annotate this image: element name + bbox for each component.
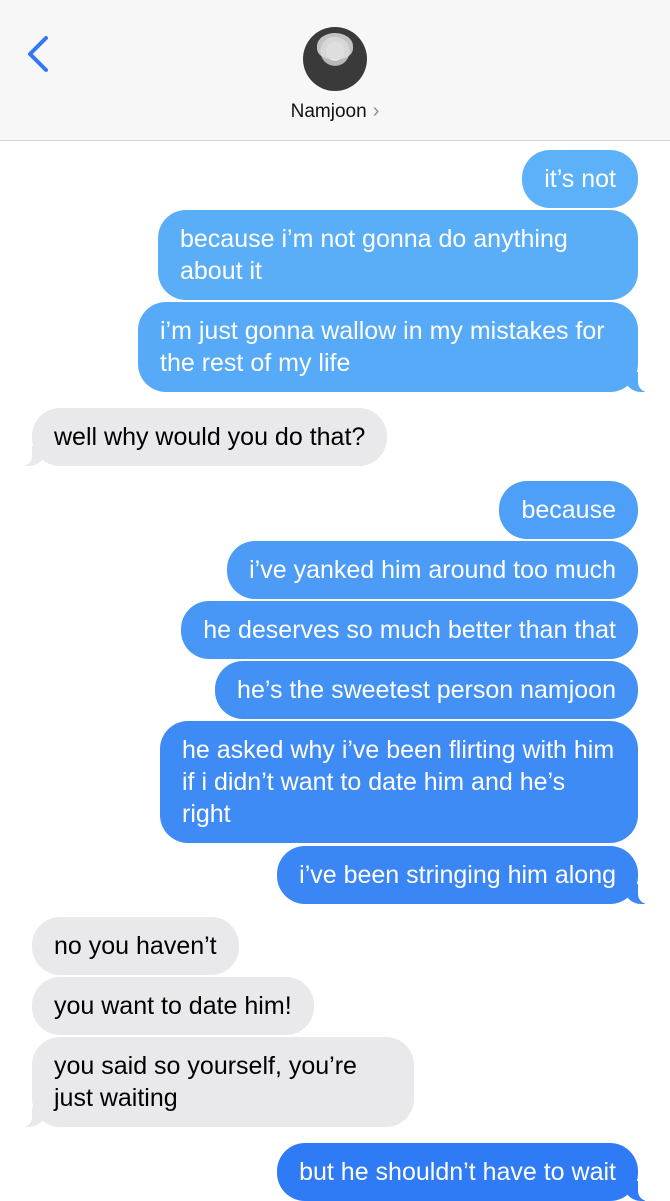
message-bubble-outgoing[interactable]: he’s the sweetest person namjoon (215, 661, 638, 719)
message-text: you want to date him! (54, 992, 292, 1020)
message-bubble-outgoing[interactable]: i’m just gonna wallow in my mistakes for… (138, 302, 650, 392)
message-text: it’s not (544, 165, 616, 193)
message-bubble-outgoing[interactable]: he deserves so much better than that (181, 601, 638, 659)
message-thread: it’s not because i’m not gonna do anythi… (0, 0, 670, 1201)
message-text: i’m just gonna wallow in my mistakes for… (160, 317, 605, 377)
contact-name: Namjoon (290, 101, 367, 122)
back-button[interactable] (22, 34, 58, 74)
message-bubble-outgoing[interactable]: because (499, 481, 638, 539)
message-bubble-incoming[interactable]: no you haven’t (32, 917, 239, 975)
message-text: he asked why i’ve been flirting with him… (182, 736, 615, 828)
message-text: because (521, 496, 616, 524)
chevron-right-icon: › (372, 100, 380, 122)
message-bubble-outgoing[interactable]: i’ve yanked him around too much (227, 541, 638, 599)
message-bubble-outgoing[interactable]: he asked why i’ve been flirting with him… (160, 721, 638, 843)
message-bubble-outgoing[interactable]: it’s not (522, 150, 638, 208)
message-bubble-incoming[interactable]: you said so yourself, you’re just waitin… (20, 1037, 414, 1127)
message-text: he’s the sweetest person namjoon (237, 676, 616, 704)
message-bubble-incoming[interactable]: you want to date him! (32, 977, 314, 1035)
message-text: i’ve yanked him around too much (249, 556, 616, 584)
contact-avatar[interactable] (303, 27, 367, 91)
conversation-header: Namjoon › (0, 0, 670, 141)
message-bubble-outgoing[interactable]: but he shouldn’t have to wait (277, 1143, 650, 1201)
contact-name-row[interactable]: Namjoon › (0, 100, 670, 123)
message-text: i’ve been stringing him along (299, 861, 616, 889)
message-text: well why would you do that? (54, 423, 366, 451)
message-text: he deserves so much better than that (203, 616, 616, 644)
message-text: because i’m not gonna do anything about … (180, 225, 568, 285)
message-text: you said so yourself, you’re just waitin… (54, 1052, 357, 1112)
message-bubble-outgoing[interactable]: i’ve been stringing him along (277, 846, 650, 904)
chevron-left-icon (28, 36, 48, 72)
message-text: no you haven’t (54, 932, 217, 960)
message-text: but he shouldn’t have to wait (299, 1158, 616, 1186)
message-bubble-outgoing[interactable]: because i’m not gonna do anything about … (158, 210, 638, 300)
message-bubble-incoming[interactable]: well why would you do that? (19, 408, 388, 466)
